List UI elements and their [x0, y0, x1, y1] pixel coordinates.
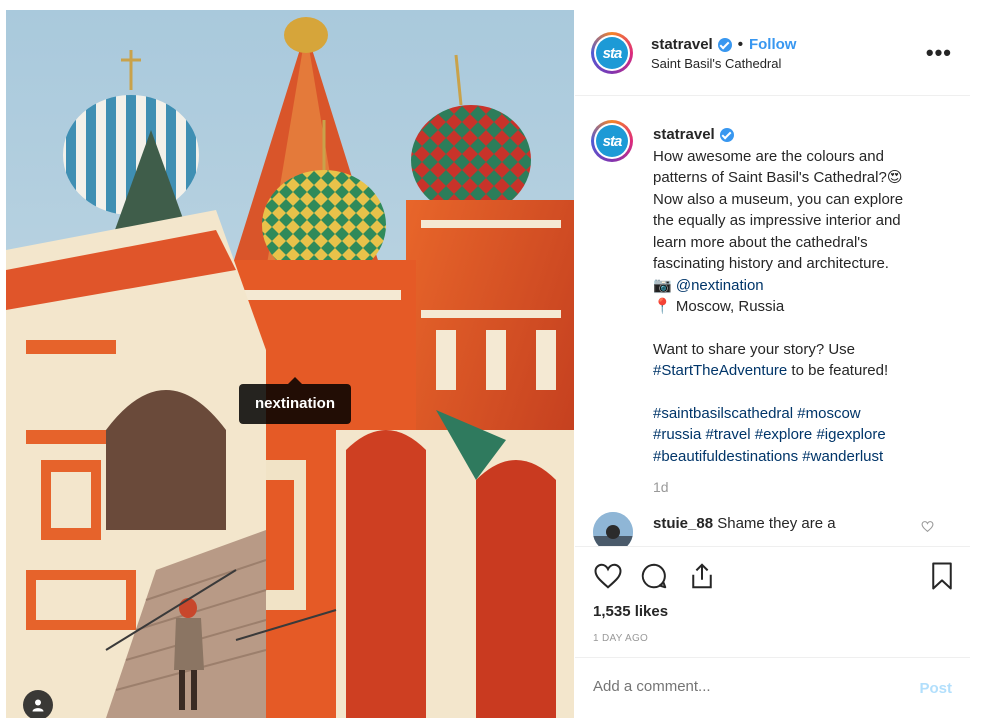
like-comment-icon[interactable]: [921, 520, 934, 538]
commenter-avatar[interactable]: [593, 512, 633, 546]
cathedral-image: [6, 10, 574, 718]
comment-bubble-icon[interactable]: [639, 561, 669, 596]
caption-username[interactable]: statravel: [653, 124, 715, 146]
caption-line: How awesome are the colours and: [653, 147, 884, 165]
comments-section[interactable]: sta statravel How awesome are the colour…: [575, 96, 970, 546]
share-icon[interactable]: [687, 561, 717, 596]
commenter-username[interactable]: stuie_88: [653, 515, 713, 532]
hashtag-link[interactable]: #saintbasilscathedral: [653, 405, 793, 422]
likes-count[interactable]: 1,535 likes: [593, 603, 668, 620]
caption-line: fascinating history and architecture.: [653, 255, 889, 272]
hashtag-link[interactable]: #igexplore: [816, 426, 885, 443]
like-heart-icon[interactable]: [593, 561, 623, 596]
camera-emoji-icon: 📷: [653, 276, 672, 294]
hashtag-link[interactable]: #wanderlust: [802, 448, 883, 465]
add-comment-bar: Post: [575, 657, 970, 719]
post-comment-button[interactable]: Post: [919, 680, 952, 697]
post-header: sta statravel • Follow Saint Basil's Cat…: [575, 10, 970, 96]
caption: statravel How awesome are the colours an…: [653, 124, 943, 499]
post-timestamp[interactable]: 1 DAY AGO: [593, 633, 648, 644]
caption-place: Moscow, Russia: [675, 298, 785, 315]
comment-text: stuie_88 Shame they are a: [653, 515, 893, 532]
pin-emoji-icon: 📍: [653, 298, 672, 315]
header-username[interactable]: statravel: [651, 36, 713, 53]
hashtag-link[interactable]: #StartTheAdventure: [653, 362, 787, 379]
post-panel: sta statravel • Follow Saint Basil's Cat…: [575, 10, 970, 718]
add-comment-input[interactable]: [593, 678, 893, 695]
caption-cta-text: to be featured!: [791, 362, 889, 379]
caption-line: learn more about the cathedral's: [653, 233, 868, 251]
more-options-icon[interactable]: •••: [926, 40, 952, 66]
caption-line: patterns of Saint Basil's Cathedral?: [653, 169, 887, 186]
caption-line: the equally as impressive interior and: [653, 212, 901, 229]
heart-eyes-emoji-icon: 😍: [886, 169, 903, 186]
mention-link[interactable]: @nextination: [676, 277, 764, 294]
comment-body: Shame they are a: [717, 515, 836, 532]
sta-logo-icon: sta: [596, 125, 628, 157]
sta-logo-icon: sta: [596, 37, 628, 69]
post-photo[interactable]: nextination: [6, 10, 574, 718]
hashtag-link[interactable]: #travel: [706, 426, 751, 443]
bookmark-icon[interactable]: [927, 561, 957, 596]
hashtag-link[interactable]: #beautifuldestinations: [653, 448, 798, 465]
caption-cta-text: Want to share your story? Use: [653, 340, 856, 358]
user-tag-label[interactable]: nextination: [239, 377, 351, 424]
caption-line: Now also a museum, you can explore: [653, 190, 904, 208]
separator-dot: •: [737, 36, 743, 53]
verified-badge-icon: [719, 127, 734, 142]
avatar[interactable]: sta: [591, 32, 633, 74]
hashtag-link[interactable]: #russia: [653, 426, 701, 443]
hashtag-link[interactable]: #explore: [755, 426, 813, 443]
caption-age[interactable]: 1d: [653, 477, 943, 499]
tagged-users-button[interactable]: [23, 690, 53, 718]
hashtag-link[interactable]: #moscow: [797, 405, 860, 422]
person-icon: [32, 699, 44, 712]
commenter-photo-icon: [593, 512, 633, 546]
verified-badge-icon: [717, 37, 732, 52]
header-user-line: statravel • Follow: [651, 36, 796, 53]
caption-avatar[interactable]: sta: [591, 120, 633, 162]
location-link[interactable]: Saint Basil's Cathedral: [651, 56, 781, 71]
action-bar: 1,535 likes 1 DAY AGO: [575, 546, 970, 662]
follow-button[interactable]: Follow: [749, 36, 797, 53]
